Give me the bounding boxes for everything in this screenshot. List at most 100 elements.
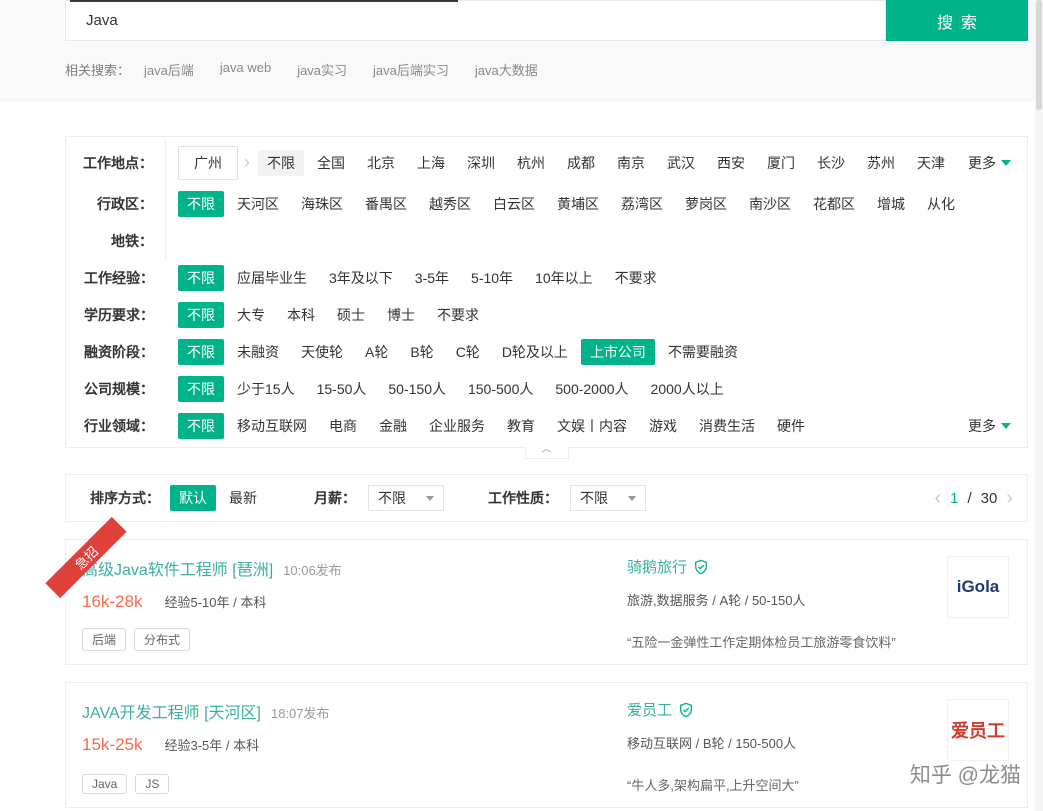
filter-option[interactable]: 不限 bbox=[178, 190, 224, 217]
filter-option[interactable]: 50-150人 bbox=[379, 376, 455, 402]
job-requirements: 经验3-5年 / 本科 bbox=[164, 738, 260, 753]
filter-option[interactable]: 番禺区 bbox=[356, 191, 416, 217]
filter-row-label: 地铁： bbox=[66, 222, 166, 259]
filter-option[interactable]: 白云区 bbox=[484, 191, 544, 217]
filter-option[interactable]: 消费生活 bbox=[690, 413, 764, 439]
filter-option[interactable]: 少于15人 bbox=[228, 376, 304, 402]
sort-bar: 排序方式： 默认 最新 月薪： 不限 工作性质： 不限 ‹ 1 / 30 › bbox=[65, 474, 1028, 522]
triangle-down-icon bbox=[426, 495, 434, 501]
sort-option[interactable]: 默认 bbox=[170, 485, 216, 511]
filter-option[interactable]: 不限 bbox=[258, 149, 304, 176]
filter-option[interactable]: 不限 bbox=[178, 264, 224, 291]
filter-option[interactable]: 不要求 bbox=[428, 302, 488, 328]
filter-option[interactable]: 500-2000人 bbox=[546, 376, 637, 402]
filter-option[interactable]: B轮 bbox=[401, 339, 442, 365]
filter-option[interactable]: 成都 bbox=[558, 150, 604, 176]
filter-options: 不限 移动互联网 电商 金融 企业服务 教育 文娱丨内容 游戏 消费生活 硬件 bbox=[166, 412, 968, 439]
job-title-link[interactable]: 高级Java软件工程师 [琶洲] bbox=[82, 556, 273, 580]
filter-option[interactable]: 天津 bbox=[908, 150, 954, 176]
company-name-link[interactable]: 骑鹅旅行 bbox=[627, 556, 687, 577]
job-card[interactable]: JAVA开发工程师 [天河区] 18:07发布 15k-25k 经验3-5年 / 本科… bbox=[65, 682, 1028, 808]
filter-option[interactable]: 不限 bbox=[178, 301, 224, 328]
job-title-link[interactable]: JAVA开发工程师 [天河区] bbox=[82, 699, 261, 723]
filter-option[interactable]: 不要求 bbox=[606, 265, 666, 291]
filter-option[interactable]: 增城 bbox=[868, 191, 914, 217]
filter-option[interactable]: 天河区 bbox=[228, 191, 288, 217]
filter-option[interactable]: 深圳 bbox=[458, 150, 504, 176]
filter-option[interactable]: 企业服务 bbox=[420, 413, 494, 439]
search-button[interactable]: 搜索 bbox=[886, 0, 1028, 41]
filter-option[interactable]: 移动互联网 bbox=[228, 413, 316, 439]
scrollbar-track[interactable] bbox=[1035, 0, 1043, 811]
filter-option[interactable]: 大专 bbox=[228, 302, 274, 328]
filter-option[interactable]: 未融资 bbox=[228, 339, 288, 365]
company-name-link[interactable]: 爱员工 bbox=[627, 699, 672, 720]
salary-dropdown[interactable]: 不限 bbox=[368, 485, 444, 511]
sort-option[interactable]: 最新 bbox=[220, 485, 266, 511]
filter-option[interactable]: D轮及以上 bbox=[493, 339, 577, 365]
related-search-link[interactable]: java后端实习 bbox=[373, 60, 449, 79]
filter-option[interactable]: 游戏 bbox=[640, 413, 686, 439]
collapse-filters-button[interactable]: ︿ bbox=[524, 445, 569, 459]
filter-option[interactable]: 南京 bbox=[608, 150, 654, 176]
filter-option[interactable]: 越秀区 bbox=[420, 191, 480, 217]
related-search-link[interactable]: java实习 bbox=[297, 60, 347, 79]
filter-option[interactable]: 硕士 bbox=[328, 302, 374, 328]
scrollbar-thumb[interactable] bbox=[1036, 0, 1042, 110]
filter-option[interactable]: 不限 bbox=[178, 412, 224, 439]
filter-option[interactable]: 10年以上 bbox=[526, 265, 602, 291]
filter-option[interactable]: 厦门 bbox=[758, 150, 804, 176]
filter-option[interactable]: 南沙区 bbox=[740, 191, 800, 217]
filter-option[interactable]: 150-500人 bbox=[459, 376, 542, 402]
filter-option[interactable]: 花都区 bbox=[804, 191, 864, 217]
filter-option[interactable]: 教育 bbox=[498, 413, 544, 439]
filter-option[interactable]: A轮 bbox=[356, 339, 397, 365]
filter-option[interactable]: 博士 bbox=[378, 302, 424, 328]
filter-option[interactable]: 上市公司 bbox=[580, 338, 655, 365]
filter-option[interactable]: 海珠区 bbox=[292, 191, 352, 217]
filter-options: 不限 天河区 海珠区 番禺区 越秀区 白云区 黄埔区 荔湾区 萝岗区 南沙区 花都区 增城 从化 bbox=[166, 190, 1027, 217]
related-search-link[interactable]: java web bbox=[220, 60, 271, 79]
job-salary: 15k-25k bbox=[82, 735, 143, 754]
filter-option[interactable]: 杭州 bbox=[508, 150, 554, 176]
filter-option[interactable]: 金融 bbox=[370, 413, 416, 439]
filter-option[interactable]: 不限 bbox=[178, 338, 224, 365]
more-button[interactable]: 更多 bbox=[968, 153, 1027, 173]
filter-option[interactable]: 长沙 bbox=[808, 150, 854, 176]
prev-page-button[interactable]: ‹ bbox=[934, 488, 941, 508]
job-tag: Java bbox=[82, 774, 128, 794]
filter-option[interactable]: 硬件 bbox=[768, 413, 814, 439]
filter-option[interactable]: 3年及以下 bbox=[320, 265, 402, 291]
filter-option[interactable]: 本科 bbox=[278, 302, 324, 328]
filter-option[interactable]: C轮 bbox=[447, 339, 489, 365]
filter-option[interactable]: 从化 bbox=[918, 191, 964, 217]
filter-option[interactable]: 15-50人 bbox=[308, 376, 376, 402]
related-search-link[interactable]: java后端 bbox=[144, 60, 194, 79]
filter-option[interactable]: 不限 bbox=[178, 375, 224, 402]
filter-option[interactable]: 西安 bbox=[708, 150, 754, 176]
current-city-chip[interactable]: 广州 bbox=[178, 145, 238, 180]
filter-option[interactable]: 2000人以上 bbox=[642, 376, 733, 402]
filter-option[interactable]: 电商 bbox=[320, 413, 366, 439]
job-nature-dropdown[interactable]: 不限 bbox=[570, 485, 646, 511]
job-card[interactable]: 急招 高级Java软件工程师 [琶洲] 10:06发布 16k-28k 经验5-10年 … bbox=[45, 516, 1028, 665]
chevron-right-icon: › bbox=[244, 152, 250, 172]
filter-option[interactable]: 天使轮 bbox=[292, 339, 352, 365]
next-page-button[interactable]: › bbox=[1006, 488, 1013, 508]
related-search-link[interactable]: java大数据 bbox=[475, 60, 538, 79]
filter-option[interactable]: 武汉 bbox=[658, 150, 704, 176]
filter-option[interactable]: 应届毕业生 bbox=[228, 265, 316, 291]
search-input[interactable] bbox=[65, 0, 886, 41]
filter-option[interactable]: 苏州 bbox=[858, 150, 904, 176]
filter-option[interactable]: 不需要融资 bbox=[659, 339, 747, 365]
filter-option[interactable]: 上海 bbox=[408, 150, 454, 176]
filter-option[interactable]: 全国 bbox=[308, 150, 354, 176]
filter-option[interactable]: 5-10年 bbox=[462, 265, 522, 291]
filter-option[interactable]: 荔湾区 bbox=[612, 191, 672, 217]
filter-option[interactable]: 萝岗区 bbox=[676, 191, 736, 217]
filter-option[interactable]: 北京 bbox=[358, 150, 404, 176]
more-button[interactable]: 更多 bbox=[968, 416, 1027, 436]
filter-option[interactable]: 文娱丨内容 bbox=[548, 413, 636, 439]
filter-option[interactable]: 黄埔区 bbox=[548, 191, 608, 217]
filter-option[interactable]: 3-5年 bbox=[406, 265, 458, 291]
